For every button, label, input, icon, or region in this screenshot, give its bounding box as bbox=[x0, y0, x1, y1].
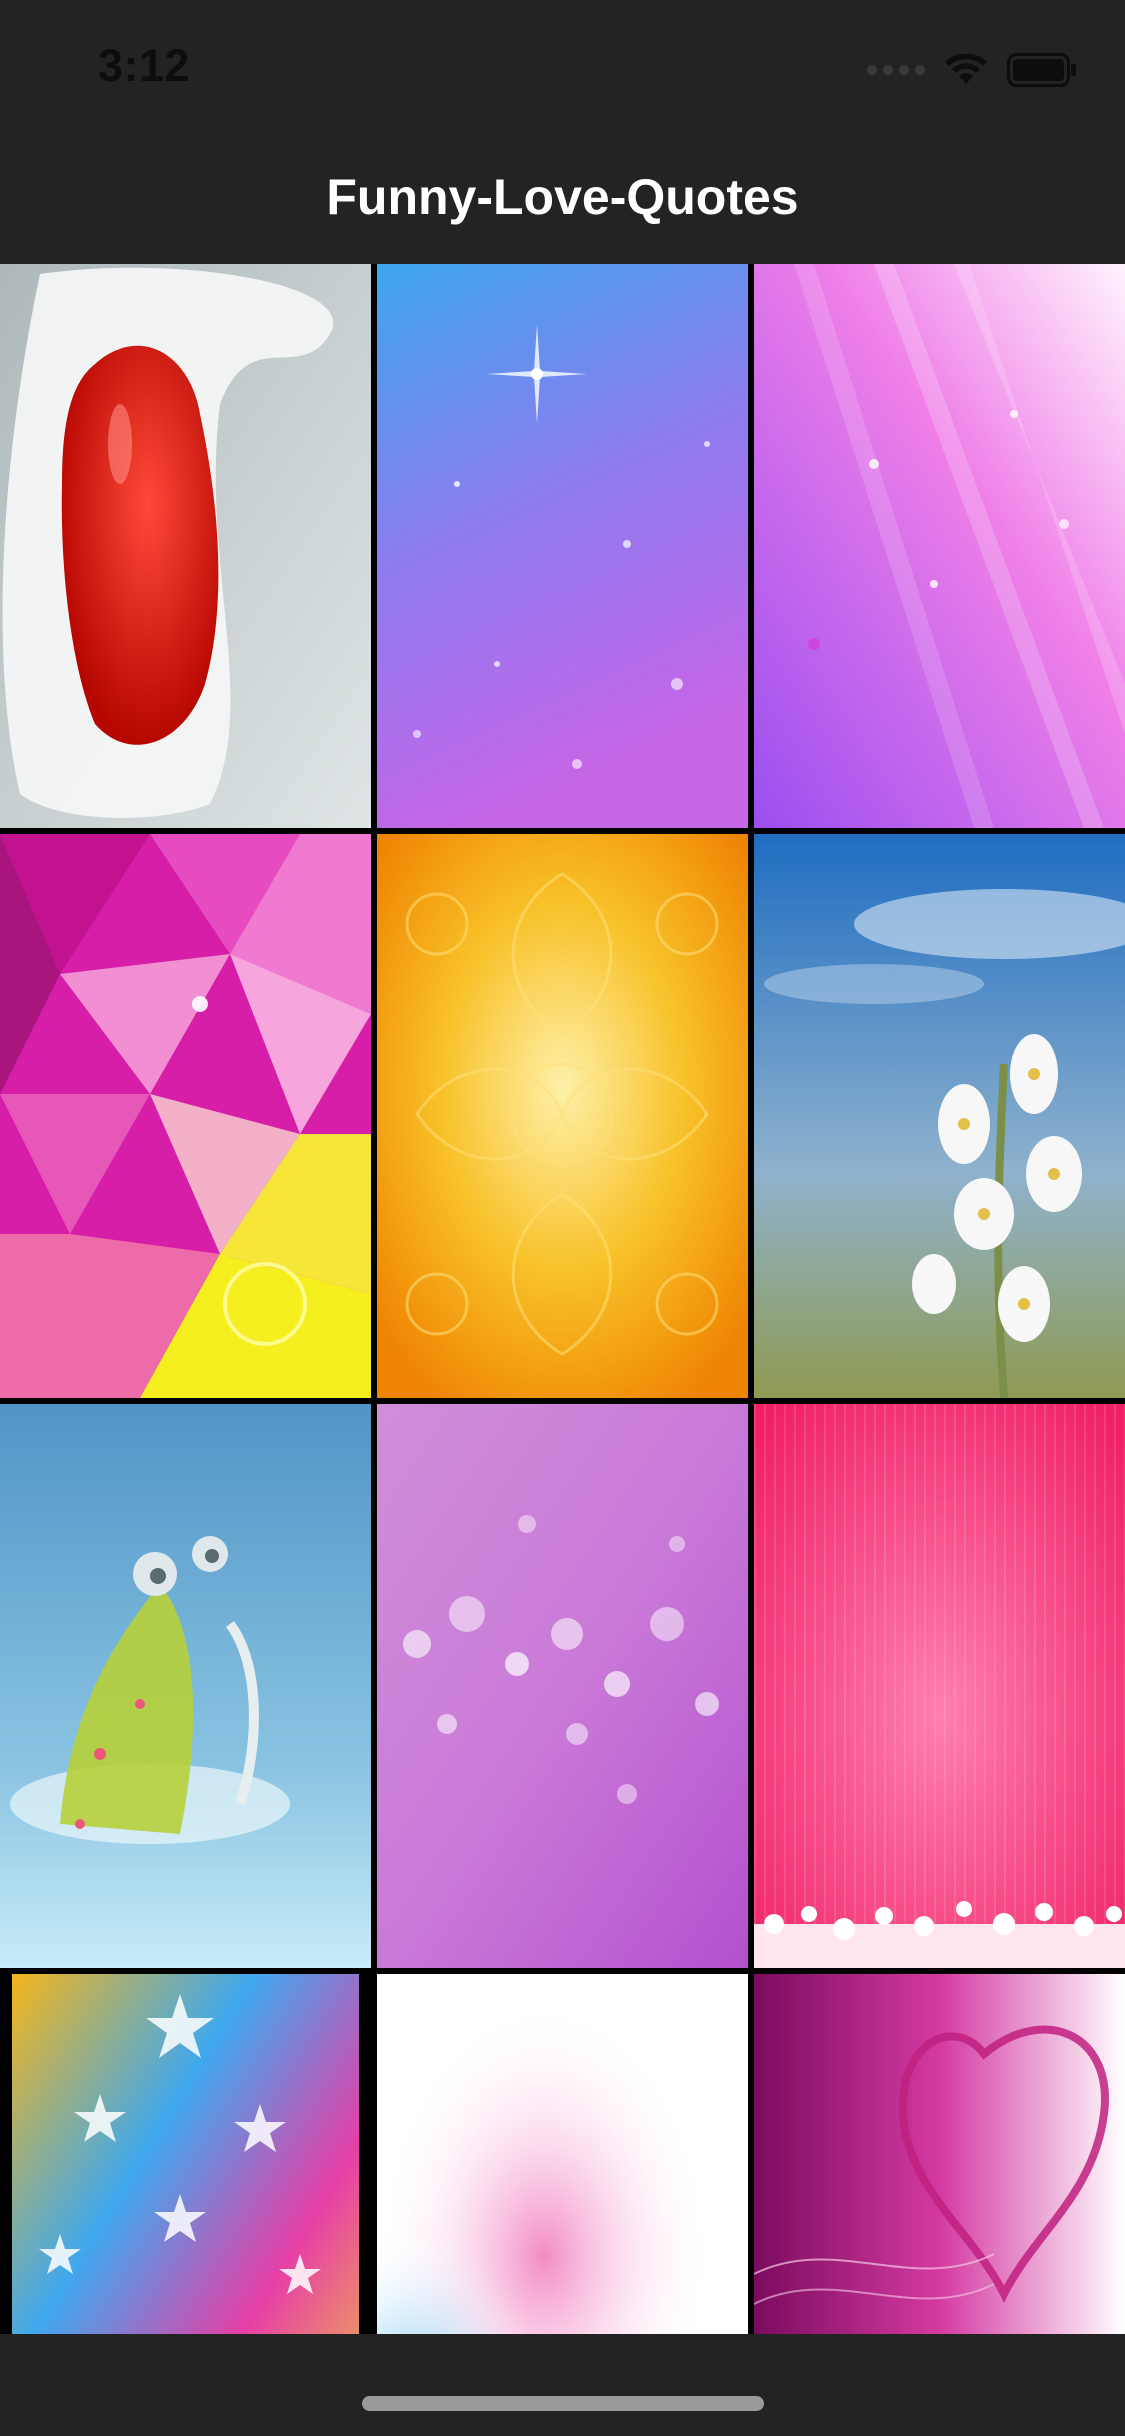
wallpaper-grid bbox=[0, 264, 1125, 2334]
orange-damask-image bbox=[377, 834, 748, 1398]
rainbow-stars-image bbox=[0, 1974, 371, 2334]
pink-stripes-hearts-image bbox=[754, 1404, 1125, 1968]
blue-purple-sparkle-image bbox=[377, 264, 748, 828]
bottom-safe-area bbox=[0, 2334, 1125, 2436]
signal-dots-icon bbox=[867, 65, 925, 75]
wifi-icon bbox=[945, 54, 987, 84]
grid-item-green-creature[interactable] bbox=[0, 1404, 371, 1968]
grid-item-purple-bokeh[interactable] bbox=[377, 1404, 748, 1968]
white-flowers-sky-image bbox=[754, 834, 1125, 1398]
status-time: 3:12 bbox=[98, 40, 191, 91]
grid-item-geometric[interactable] bbox=[0, 834, 371, 1398]
pink-yellow-geometric-image bbox=[0, 834, 371, 1398]
green-creature-image bbox=[0, 1404, 371, 1968]
battery-icon bbox=[1007, 53, 1076, 87]
pink-blue-soft-image bbox=[377, 1974, 748, 2334]
pink-violet-streaks-image bbox=[754, 264, 1125, 828]
navigation-bar: 3:12 Funny-Love-Quotes bbox=[0, 0, 1125, 264]
grid-item-soft-blur[interactable] bbox=[377, 1974, 748, 2334]
status-icons bbox=[867, 48, 1077, 92]
grid-item-white-flowers[interactable] bbox=[754, 834, 1125, 1398]
grid-item-red-heart[interactable] bbox=[0, 264, 371, 828]
magenta-heart-outline-image bbox=[754, 1974, 1125, 2334]
page-title: Funny-Love-Quotes bbox=[326, 169, 799, 225]
home-indicator[interactable] bbox=[362, 2396, 764, 2411]
grid-item-orange-ornament[interactable] bbox=[377, 834, 748, 1398]
grid-item-blue-sparkle[interactable] bbox=[377, 264, 748, 828]
grid-item-magenta-heart[interactable] bbox=[754, 1974, 1125, 2334]
grid-item-rainbow-stars[interactable] bbox=[0, 1974, 371, 2334]
app-screen: 3:12 Funny-Love-Quotes bbox=[0, 0, 1125, 2436]
purple-bokeh-image bbox=[377, 1404, 748, 1968]
grid-item-pink-streaks[interactable] bbox=[754, 264, 1125, 828]
grid-item-pink-stripes[interactable] bbox=[754, 1404, 1125, 1968]
red-heart-feather-image bbox=[0, 264, 371, 828]
